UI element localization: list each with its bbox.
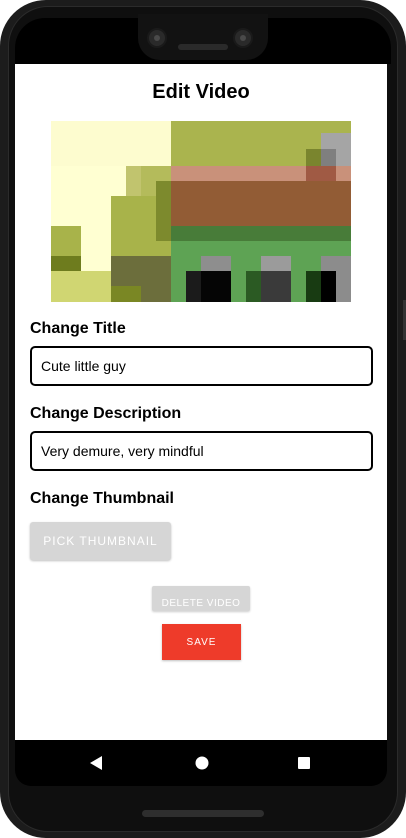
video-thumbnail-image[interactable] — [51, 121, 351, 302]
save-button[interactable]: SAVE — [162, 624, 241, 660]
navigation-bar — [15, 740, 387, 786]
circle-home-icon[interactable] — [191, 752, 213, 774]
bottom-speaker — [142, 810, 264, 817]
earpiece-speaker — [178, 44, 228, 50]
square-recents-icon[interactable] — [293, 752, 315, 774]
front-camera-icon — [147, 28, 167, 48]
page-title: Edit Video — [152, 81, 250, 103]
title-input[interactable] — [30, 346, 373, 386]
delete-video-button[interactable]: DELETE VIDEO — [152, 586, 250, 611]
front-sensor-icon — [233, 28, 253, 48]
change-thumbnail-label: Change Thumbnail — [30, 490, 174, 507]
change-description-label: Change Description — [30, 405, 182, 422]
phone-device: Edit Video Change Title Cute little guy … — [0, 0, 406, 838]
app-screen: Edit Video Change Title Cute little guy … — [15, 64, 387, 740]
pick-thumbnail-button[interactable]: PICK THUMBNAIL — [30, 522, 171, 560]
change-title-label: Change Title — [30, 320, 126, 337]
triangle-back-icon[interactable] — [85, 752, 107, 774]
description-input[interactable] — [30, 431, 373, 471]
